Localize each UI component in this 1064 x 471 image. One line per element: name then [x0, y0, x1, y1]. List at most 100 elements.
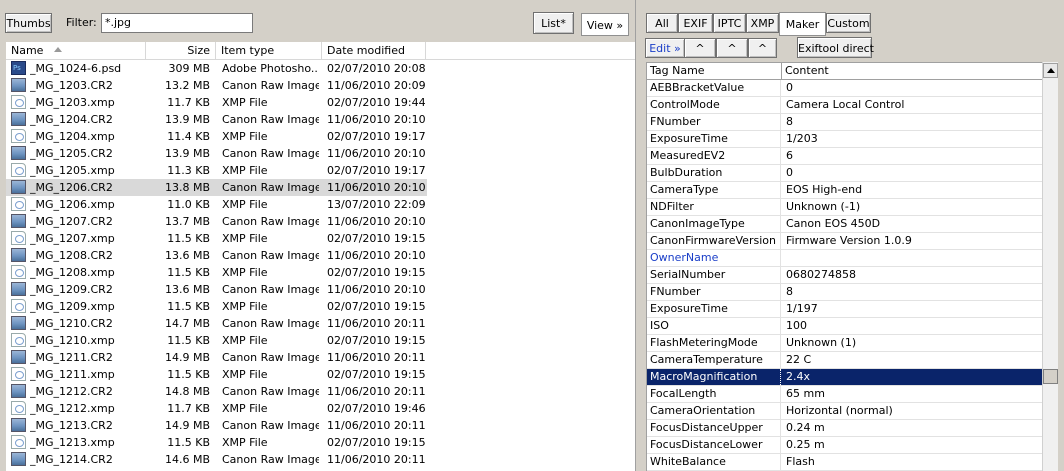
file-row[interactable]: _MG_1206.CR2 13.8 MB Canon Raw Image 11/06/… — [6, 179, 427, 196]
exiftool-direct-button[interactable]: Exiftool direct — [797, 37, 874, 58]
tag-row[interactable]: MacroMagnification 2.4x — [647, 369, 1043, 386]
column-header-size[interactable]: Size — [146, 42, 216, 59]
tag-table: AEBBracketValue 0 ControlMode Camera Local … — [646, 80, 1043, 471]
file-row[interactable]: _MG_1212.xmp 11.7 KB XMP File 02/07/2010 19… — [6, 400, 635, 417]
file-row[interactable]: _MG_1204.xmp 11.4 KB XMP File 02/07/2010 19… — [6, 128, 635, 145]
scroll-thumb[interactable] — [1043, 369, 1058, 384]
tag-row[interactable]: FNumber 8 — [647, 284, 1043, 301]
column-header-date[interactable]: Date modified — [322, 42, 426, 59]
tag-value[interactable]: 8 — [781, 114, 1043, 130]
file-row[interactable]: _MG_1204.CR2 13.9 MB Canon Raw Image 11/06/… — [6, 111, 635, 128]
tag-value[interactable]: 65 mm — [781, 386, 1043, 402]
file-row[interactable]: _MG_1024-6.psd 309 MB Adobe Photosho... 02/… — [6, 60, 635, 77]
file-row[interactable]: _MG_1206.xmp 11.0 KB XMP File 13/07/2010 22… — [6, 196, 635, 213]
tag-value[interactable]: Flash — [781, 454, 1043, 470]
tag-row[interactable]: FocalLength 65 mm — [647, 386, 1043, 403]
file-row[interactable]: _MG_1209.xmp 11.5 KB XMP File 02/07/2010 19… — [6, 298, 635, 315]
file-row[interactable]: _MG_1209.CR2 13.6 MB Canon Raw Image 11/06/… — [6, 281, 635, 298]
tag-row[interactable]: FocusDistanceLower 0.25 m — [647, 437, 1043, 454]
tag-row[interactable]: OwnerName — [647, 250, 1043, 267]
tag-row[interactable]: FlashMeteringMode Unknown (1) — [647, 335, 1043, 352]
tag-row[interactable]: WhiteBalance Flash — [647, 454, 1043, 471]
tag-row[interactable]: NDFilter Unknown (-1) — [647, 199, 1043, 216]
file-row[interactable]: _MG_1208.CR2 13.6 MB Canon Raw Image 11/06/… — [6, 247, 635, 264]
tag-value[interactable]: 1/203 — [781, 131, 1043, 147]
tag-row[interactable]: CanonFirmwareVersion Firmware Version 1.0… — [647, 233, 1043, 250]
tag-row[interactable]: CanonImageType Canon EOS 450D — [647, 216, 1043, 233]
tag-row[interactable]: ExposureTime 1/197 — [647, 301, 1043, 318]
scroll-up-button[interactable] — [1043, 63, 1058, 78]
file-row[interactable]: _MG_1214.CR2 14.6 MB Canon Raw Image 11/06/… — [6, 451, 635, 468]
tag-row[interactable]: FNumber 8 — [647, 114, 1043, 131]
tab-xmp[interactable]: XMP — [746, 13, 779, 33]
file-row[interactable]: _MG_1213.CR2 14.9 MB Canon Raw Image 11/06/… — [6, 417, 635, 434]
tag-value[interactable]: Unknown (-1) — [781, 199, 1043, 215]
tab-iptc[interactable]: IPTC — [713, 13, 746, 33]
tag-row[interactable]: MeasuredEV2 6 — [647, 148, 1043, 165]
column-header-type[interactable]: Item type — [216, 42, 322, 59]
tag-row[interactable]: FocusDistanceUpper 0.24 m — [647, 420, 1043, 437]
file-date: 02/07/2010 19:15 — [327, 300, 426, 313]
tag-value[interactable]: 8 — [781, 284, 1043, 300]
tag-row[interactable]: CameraOrientation Horizontal (normal) — [647, 403, 1043, 420]
tag-value[interactable]: 0 — [781, 165, 1043, 181]
column-header-content[interactable]: Content — [782, 63, 1045, 79]
list-button[interactable]: List* — [533, 12, 574, 34]
tag-table-scrollbar[interactable] — [1042, 62, 1058, 471]
tag-value[interactable]: Horizontal (normal) — [781, 403, 1043, 419]
filter-input[interactable]: *.jpg — [101, 13, 253, 33]
tab-exif[interactable]: EXIF — [678, 13, 713, 33]
tag-value[interactable]: 0 — [781, 80, 1043, 96]
tag-row[interactable]: AEBBracketValue 0 — [647, 80, 1043, 97]
file-row[interactable]: _MG_1207.CR2 13.7 MB Canon Raw Image 11/06/… — [6, 213, 635, 230]
tab-all[interactable]: All — [646, 13, 678, 33]
file-row[interactable]: _MG_1212.CR2 14.8 MB Canon Raw Image 11/06/… — [6, 383, 635, 400]
tag-name: MeasuredEV2 — [647, 148, 781, 164]
tag-value[interactable]: Camera Local Control — [781, 97, 1043, 113]
file-row[interactable]: _MG_1205.xmp 11.3 KB XMP File 02/07/2010 19… — [6, 162, 635, 179]
file-row[interactable]: _MG_1208.xmp 11.5 KB XMP File 02/07/2010 19… — [6, 264, 635, 281]
tag-row[interactable]: ControlMode Camera Local Control — [647, 97, 1043, 114]
tag-value[interactable] — [781, 250, 1043, 266]
tab-custom[interactable]: Custom — [826, 13, 871, 33]
file-row[interactable]: _MG_1211.xmp 11.5 KB XMP File 02/07/2010 19… — [6, 366, 635, 383]
tag-value[interactable]: Firmware Version 1.0.9 — [781, 233, 1043, 249]
tag-value[interactable]: Canon EOS 450D — [781, 216, 1043, 232]
move-up-button[interactable]: ^ — [748, 38, 777, 58]
tag-value[interactable]: 22 C — [781, 352, 1043, 368]
tag-value[interactable]: EOS High-end — [781, 182, 1043, 198]
tag-value[interactable]: 1/197 — [781, 301, 1043, 317]
file-row[interactable]: _MG_1211.CR2 14.9 MB Canon Raw Image 11/06/… — [6, 349, 635, 366]
file-size: 14.9 MB — [164, 351, 210, 364]
tag-row[interactable]: BulbDuration 0 — [647, 165, 1043, 182]
file-row[interactable]: _MG_1213.xmp 11.5 KB XMP File 02/07/2010 19… — [6, 434, 635, 451]
tag-row[interactable]: ISO 100 — [647, 318, 1043, 335]
tag-value[interactable]: 6 — [781, 148, 1043, 164]
column-header-tag-name[interactable]: Tag Name — [647, 63, 782, 79]
file-row[interactable]: _MG_1203.xmp 11.7 KB XMP File 02/07/2010 19… — [6, 94, 635, 111]
file-toolbar: Thumbs Filter: *.jpg List* View » — [0, 0, 635, 40]
tag-value[interactable]: 0.25 m — [781, 437, 1043, 453]
file-row[interactable]: _MG_1207.xmp 11.5 KB XMP File 02/07/2010 19… — [6, 230, 635, 247]
tag-row[interactable]: SerialNumber 0680274858 — [647, 267, 1043, 284]
tag-value[interactable]: 100 — [781, 318, 1043, 334]
tab-maker[interactable]: Maker — [779, 12, 826, 36]
move-up-button[interactable]: ^ — [716, 38, 748, 58]
tag-row[interactable]: CameraType EOS High-end — [647, 182, 1043, 199]
edit-menu-button[interactable]: Edit » — [645, 38, 685, 58]
tag-value[interactable]: 2.4x — [781, 369, 1043, 385]
tag-value[interactable]: 0.24 m — [781, 420, 1043, 436]
file-row[interactable]: _MG_1203.CR2 13.2 MB Canon Raw Image 11/06/… — [6, 77, 635, 94]
file-row[interactable]: _MG_1210.xmp 11.5 KB XMP File 02/07/2010 19… — [6, 332, 635, 349]
thumbs-button[interactable]: Thumbs — [5, 13, 52, 33]
tag-row[interactable]: ExposureTime 1/203 — [647, 131, 1043, 148]
tag-row[interactable]: CameraTemperature 22 C — [647, 352, 1043, 369]
file-date: 11/06/2010 20:10 — [327, 113, 426, 126]
move-up-button[interactable]: ^ — [684, 38, 716, 58]
file-row[interactable]: _MG_1205.CR2 13.9 MB Canon Raw Image 11/06/… — [6, 145, 635, 162]
view-button[interactable]: View » — [581, 13, 629, 36]
column-header-name[interactable]: Name — [6, 42, 146, 59]
file-row[interactable]: _MG_1210.CR2 14.7 MB Canon Raw Image 11/06/… — [6, 315, 635, 332]
tag-value[interactable]: 0680274858 — [781, 267, 1043, 283]
tag-value[interactable]: Unknown (1) — [781, 335, 1043, 351]
